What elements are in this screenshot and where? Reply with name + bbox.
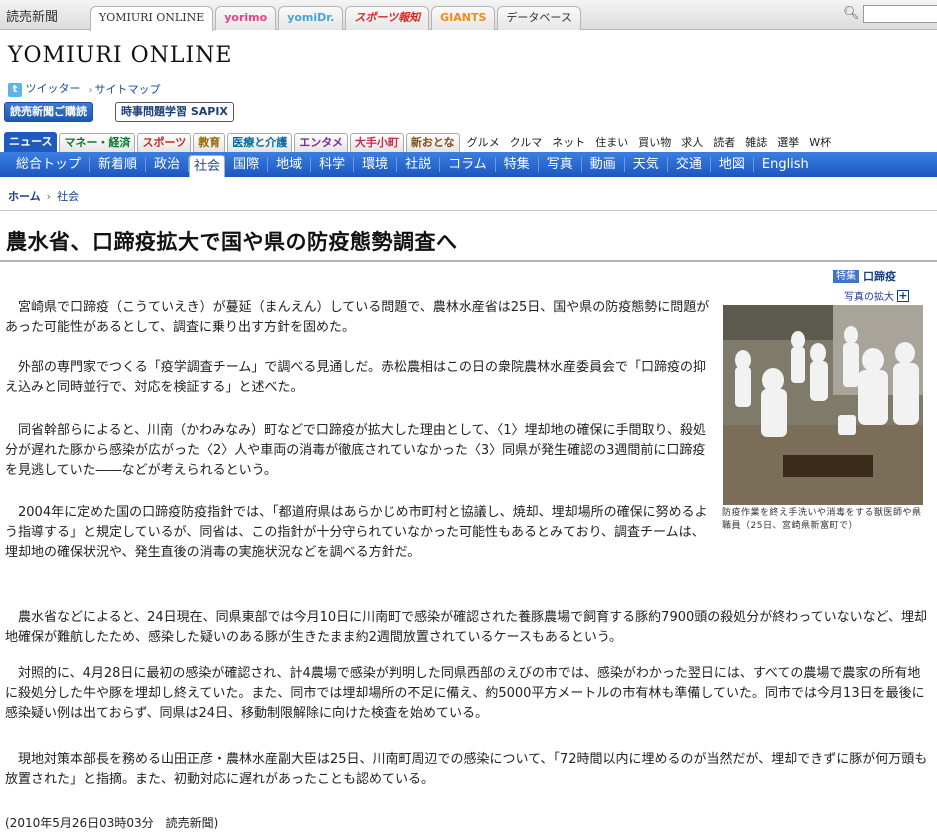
genre-tab[interactable]: 大手小町: [349, 133, 404, 152]
twitter-icon: t: [8, 83, 22, 97]
network-tab[interactable]: GIANTS: [431, 6, 496, 30]
network-tab[interactable]: YOMIURI ONLINE: [90, 6, 214, 31]
category-tab[interactable]: 科学: [311, 157, 355, 172]
twitter-link[interactable]: t ツイッター: [8, 80, 81, 97]
category-tab[interactable]: 環境: [354, 157, 398, 172]
genre-tab[interactable]: エンタメ: [294, 133, 348, 152]
article-paragraph: 宮崎県で口蹄疫（こうていえき）が蔓延（まんえん）している問題で、農林水産省は25…: [5, 300, 710, 335]
top-links: t ツイッター › サイトマップ: [8, 80, 161, 97]
genre-link[interactable]: 求人: [681, 133, 703, 152]
article-title: 農水省、口蹄疫拡大で国や県の防疫態勢調査へ: [6, 230, 458, 254]
article-paragraph: 現地対策本部長を務める山田正彦・農林水産副大臣は25日、川南町周辺での感染につい…: [5, 752, 928, 787]
genre-link[interactable]: ネット: [552, 133, 585, 152]
category-tab[interactable]: 写真: [539, 157, 582, 172]
category-tab[interactable]: 動画: [582, 157, 625, 172]
article-paragraph: 対照的に、4月28日に最初の感染が確認され、計4農場で感染が判明した同県西部のえ…: [5, 666, 925, 721]
network-tab[interactable]: yomiDr.: [278, 6, 344, 30]
search-input[interactable]: [863, 5, 937, 23]
genre-link[interactable]: グルメ: [467, 133, 500, 152]
network-tab[interactable]: データベース: [497, 6, 581, 30]
category-tab[interactable]: 社会: [189, 155, 226, 177]
subscribe-button[interactable]: 読売新聞ご購読: [4, 102, 93, 122]
genre-tab[interactable]: 新おとな: [405, 133, 460, 152]
genre-tab[interactable]: 教育: [193, 133, 226, 152]
category-tab[interactable]: 地図: [711, 157, 754, 172]
divider: [0, 210, 937, 211]
category-tab[interactable]: 国際: [225, 157, 269, 172]
category-tab[interactable]: 交通: [668, 157, 711, 172]
sapix-button[interactable]: 時事問題学習 SAPIX: [115, 102, 234, 122]
network-tab[interactable]: yorimo: [215, 6, 277, 30]
breadcrumb-current[interactable]: 社会: [57, 188, 79, 204]
category-tab[interactable]: 天気: [625, 157, 668, 172]
article-photo[interactable]: [723, 305, 923, 505]
search-icon[interactable]: 🔍︎: [843, 6, 860, 21]
category-tab[interactable]: English: [754, 157, 817, 172]
genre-link[interactable]: クルマ: [510, 133, 543, 152]
genre-link[interactable]: 選挙: [777, 133, 799, 152]
twitter-label: ツイッター: [25, 82, 81, 95]
genre-nav: ニュース マネー・経済 スポーツ 教育 医療と介護 エンタメ 大手小町 新おとな グルメ クルマネ…: [4, 132, 836, 152]
plus-icon: +: [897, 288, 909, 302]
network-bar: 読売新聞 YOMIURI ONLINE yorimo yomiDr. スポーツ報知 GI…: [0, 0, 937, 31]
category-tab[interactable]: 新着順: [90, 157, 147, 172]
category-tab[interactable]: 地域: [268, 157, 312, 172]
site-logo[interactable]: YOMIURI ONLINE: [8, 43, 232, 68]
category-tab[interactable]: 政治: [146, 157, 190, 172]
category-nav: 総合トップ 新着順 政治 社会 国際 地域 科学 環境 社説 コラム 特集 写真 動画 天気 交通 地図 Eng…: [0, 152, 937, 177]
genre-link[interactable]: 雑誌: [745, 133, 767, 152]
sitemap-link[interactable]: › サイトマップ: [89, 81, 161, 97]
breadcrumb-home[interactable]: ホーム: [8, 188, 41, 204]
feature-tag: 特集: [833, 269, 859, 283]
yomiuri-shimbun-brand[interactable]: 読売新聞: [6, 6, 58, 25]
chevron-right-icon: ›: [46, 189, 52, 203]
related-topic[interactable]: 特集 口蹄疫: [833, 268, 896, 284]
network-tab[interactable]: スポーツ報知: [345, 6, 430, 30]
article-paragraph: 外部の専門家でつくる「疫学調査チーム」で調べる見通しだ。赤松農相はこの日の衆院農…: [5, 360, 706, 395]
genre-tab[interactable]: スポーツ: [137, 133, 192, 152]
genre-link[interactable]: 読者: [713, 133, 735, 152]
photo-caption: 防疫作業を終え手洗いや消毒をする獣医師や県職員（25日、宮崎県新富町で）: [722, 508, 922, 531]
genre-link[interactable]: 買い物: [638, 133, 671, 152]
title-divider: [0, 260, 937, 262]
sitemap-label: サイトマップ: [94, 82, 161, 96]
article-paragraph: 2004年に定めた国の口蹄疫防疫指針では、「都道府県はあらかじめ市町村と協議し、…: [5, 505, 708, 560]
enlarge-photo-link[interactable]: 写真の拡大 +: [844, 288, 909, 303]
breadcrumb: ホーム › 社会: [8, 188, 79, 204]
arrow-icon: ›: [88, 84, 93, 96]
article-paragraph: 同省幹部らによると、川南（かわみなみ）町などで口蹄疫が拡大した理由として、〈1〉…: [5, 423, 707, 478]
category-tab[interactable]: コラム: [440, 157, 496, 172]
category-tab[interactable]: 特集: [496, 157, 539, 172]
article-paragraph: 農水省などによると、24日現在、同県東部では今月10日に川南町で感染が確認された…: [5, 610, 927, 645]
category-tab[interactable]: 社説: [397, 157, 441, 172]
genre-link[interactable]: 住まい: [595, 133, 628, 152]
photo-illustration: [723, 305, 923, 505]
network-tabs: YOMIURI ONLINE yorimo yomiDr. スポーツ報知 GIANTS デ…: [90, 6, 583, 31]
genre-tab[interactable]: ニュース: [4, 132, 58, 152]
related-topic-link[interactable]: 口蹄疫: [863, 268, 896, 284]
genre-link[interactable]: W杯: [809, 133, 831, 152]
enlarge-label: 写真の拡大: [844, 292, 894, 303]
genre-tab[interactable]: マネー・経済: [59, 133, 136, 152]
genre-tab[interactable]: 医療と介護: [227, 133, 293, 152]
article-dateline: (2010年5月26日03時03分 読売新聞): [5, 816, 219, 830]
category-tab[interactable]: 総合トップ: [8, 157, 91, 172]
